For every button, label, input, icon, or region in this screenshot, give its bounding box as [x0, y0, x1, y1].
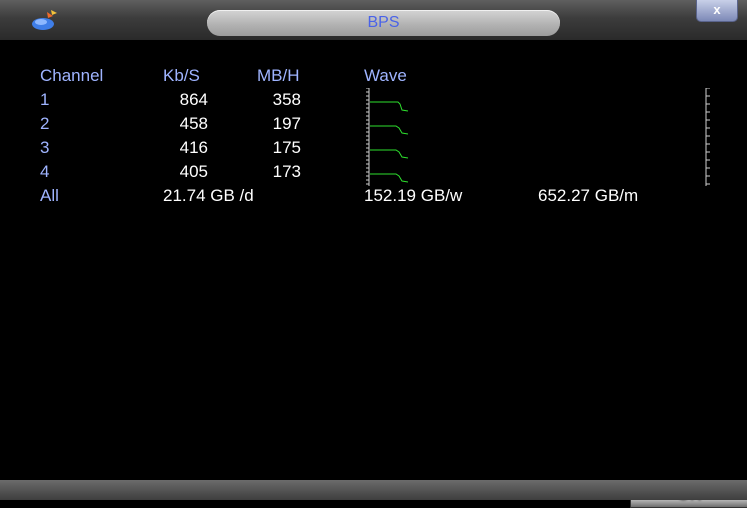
row-channel: 2 — [40, 114, 50, 133]
window-title: BPS — [367, 14, 400, 31]
header-channel: Channel — [40, 66, 104, 85]
bottom-bar — [0, 480, 747, 500]
header-wave: Wave — [364, 66, 407, 85]
row-kbs: 405 — [179, 162, 208, 181]
wave-line — [370, 101, 409, 112]
right-scale — [705, 88, 710, 186]
totals-per-month: 652.27 GB/m — [538, 186, 639, 205]
row-mbh: 197 — [272, 114, 301, 133]
row-mbh: 358 — [272, 90, 301, 109]
title-pill: BPS — [207, 10, 560, 36]
wave-line — [370, 125, 409, 135]
row-channel: 3 — [40, 138, 50, 157]
row-mbh: 173 — [272, 162, 301, 181]
app-logo-icon — [32, 10, 57, 30]
row-kbs: 458 — [179, 114, 208, 133]
row-kbs: 864 — [179, 90, 208, 109]
row-kbs: 416 — [179, 138, 208, 157]
totals-label: All — [40, 186, 59, 205]
header-mbh: MB/H — [257, 66, 300, 85]
title-bar: BPS x — [0, 0, 747, 40]
close-icon: x — [713, 2, 721, 17]
wave-line — [370, 173, 409, 183]
row-mbh: 175 — [272, 138, 301, 157]
row-channel: 4 — [40, 162, 50, 181]
row-channel: 1 — [40, 90, 50, 109]
header-kbs: Kb/S — [163, 66, 200, 85]
wave-line — [370, 149, 409, 159]
totals-per-day: 21.74 GB /d — [163, 186, 254, 205]
close-button[interactable]: x — [696, 0, 738, 22]
totals-per-week: 152.19 GB/w — [364, 186, 463, 205]
wave-graph — [366, 88, 409, 186]
